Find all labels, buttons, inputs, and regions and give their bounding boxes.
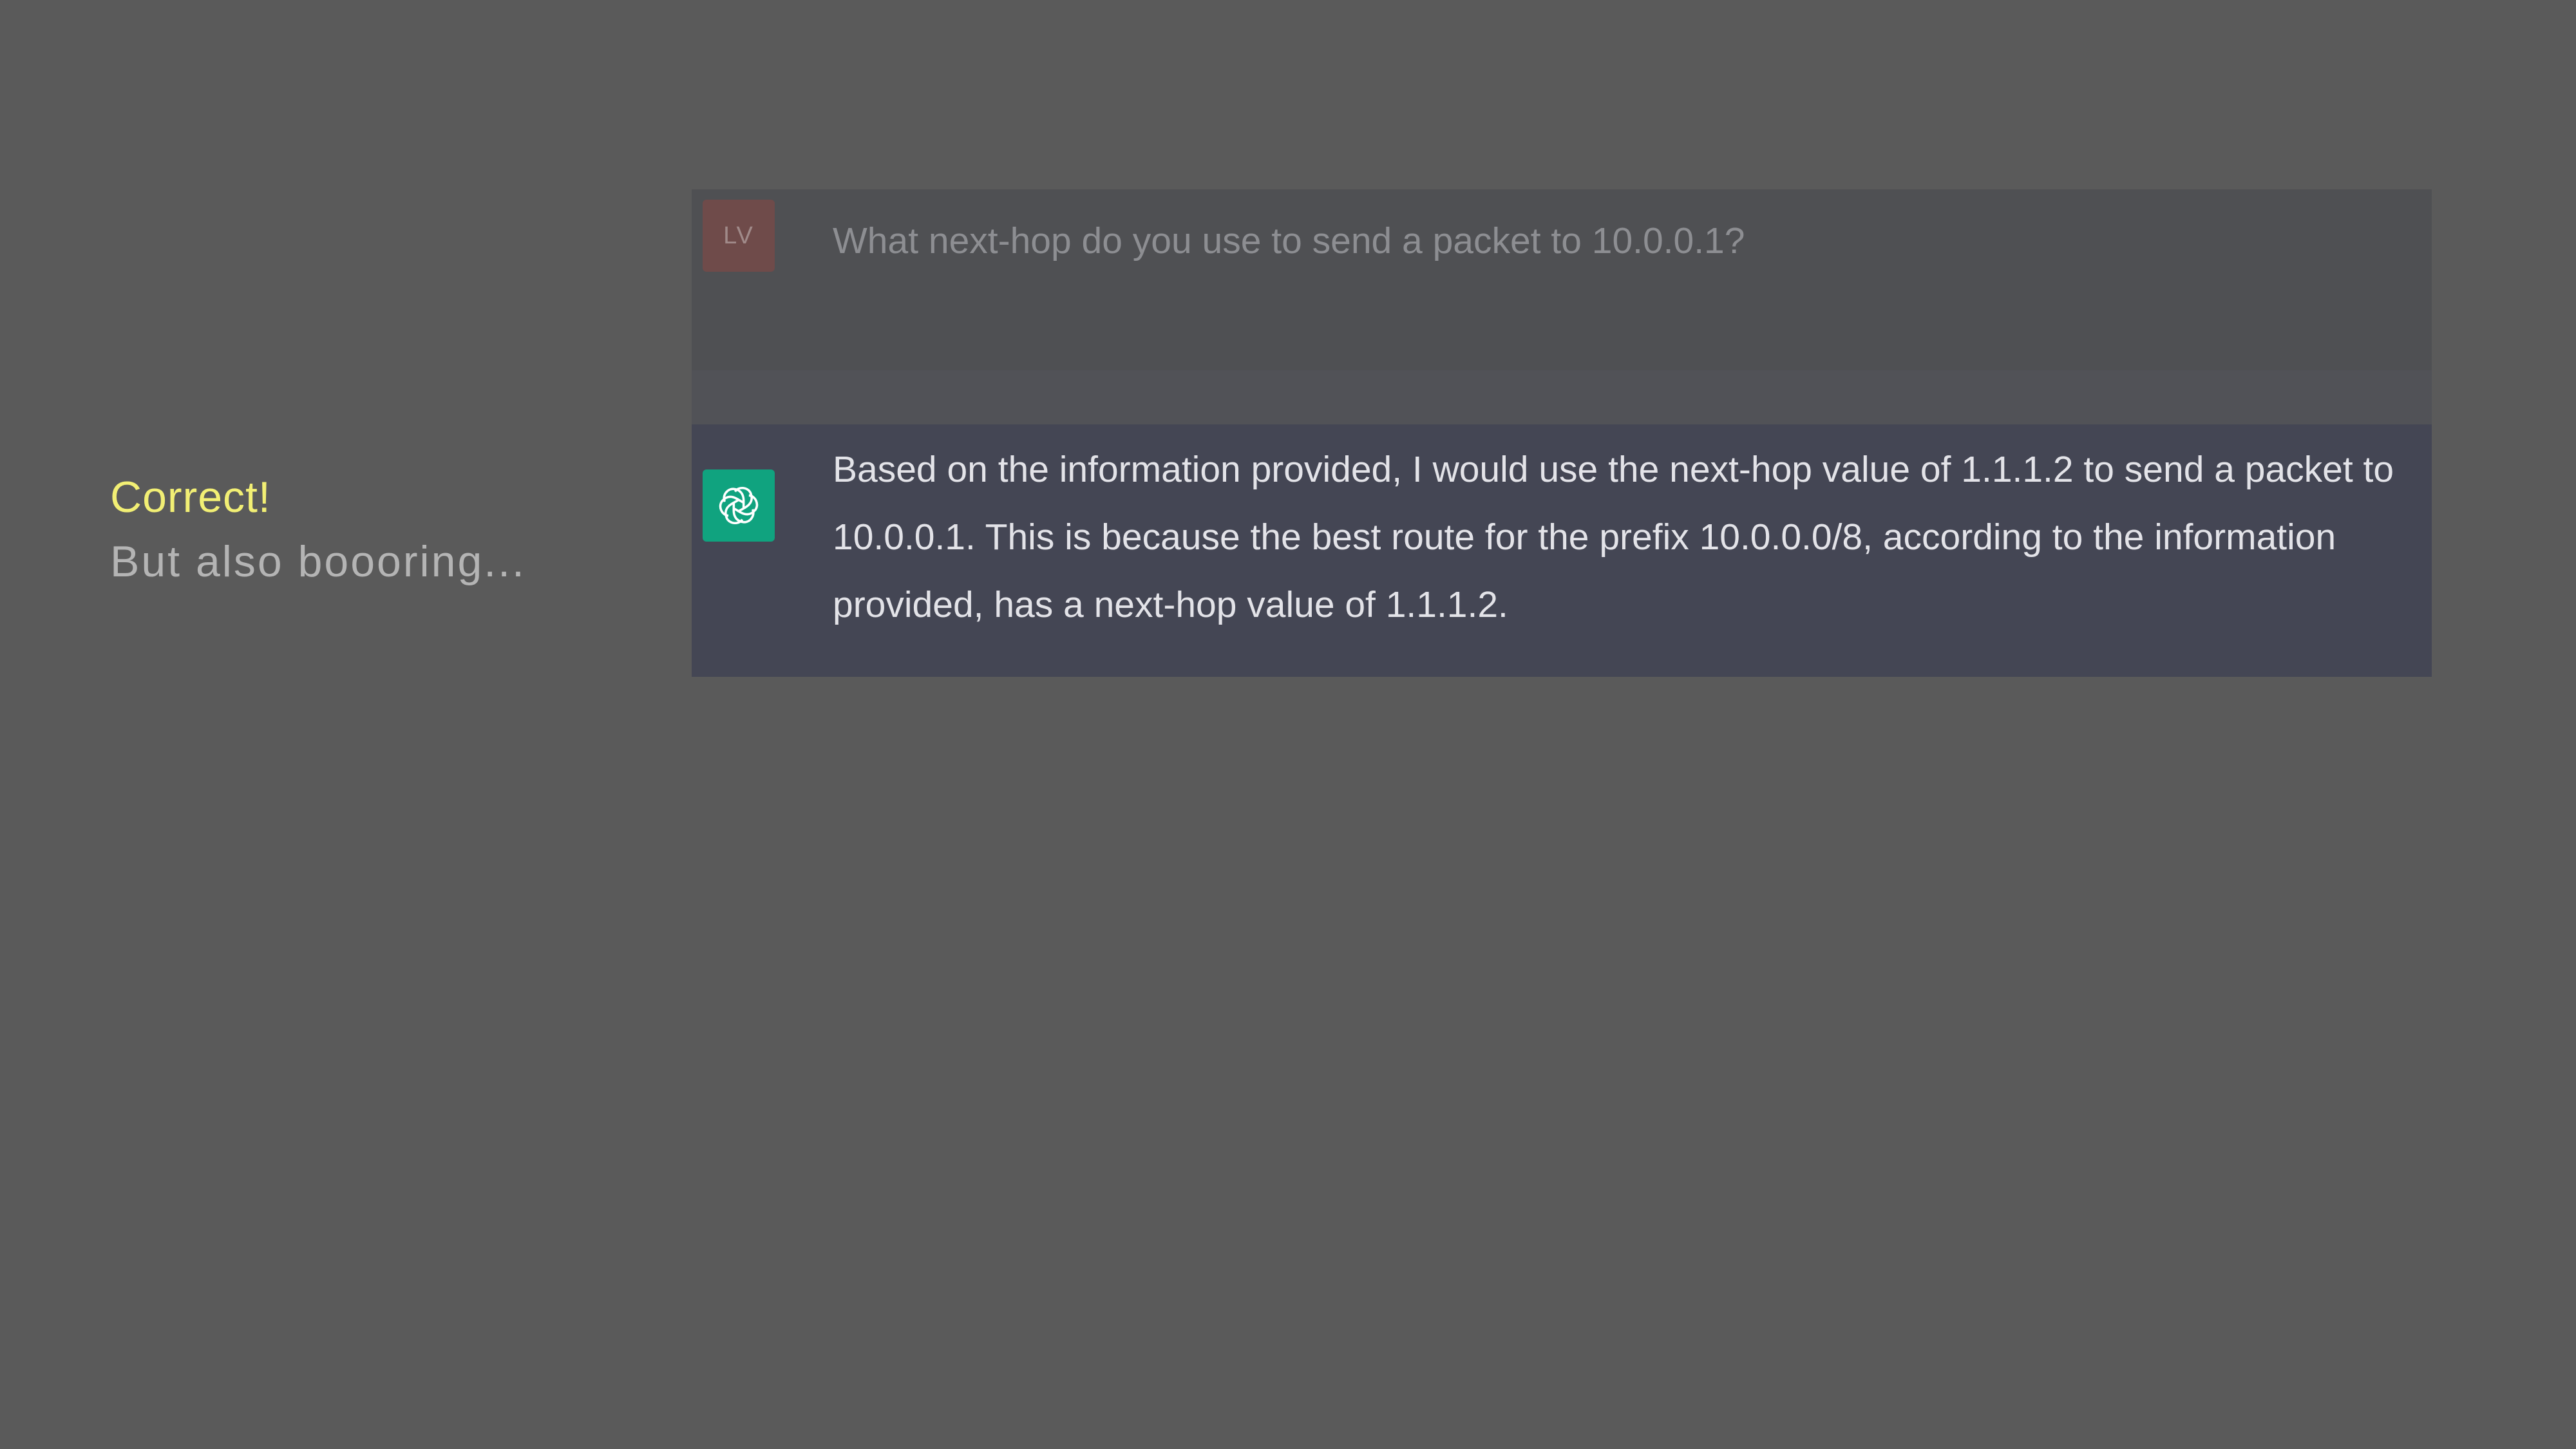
comment-text: But also boooring...	[110, 537, 526, 586]
verdict-text: Correct!	[110, 473, 271, 522]
message-separator	[692, 370, 2432, 424]
openai-logo-icon	[703, 469, 775, 542]
user-message: LV What next-hop do you use to send a pa…	[692, 189, 2432, 370]
annotation: Correct! But also boooring...	[110, 465, 625, 594]
assistant-message-text: Based on the information provided, I wou…	[833, 449, 2394, 625]
assistant-message: Based on the information provided, I wou…	[692, 424, 2432, 677]
user-avatar: LV	[703, 200, 775, 272]
conversation: LV What next-hop do you use to send a pa…	[692, 189, 2432, 677]
user-message-text: What next-hop do you use to send a packe…	[833, 220, 1745, 261]
